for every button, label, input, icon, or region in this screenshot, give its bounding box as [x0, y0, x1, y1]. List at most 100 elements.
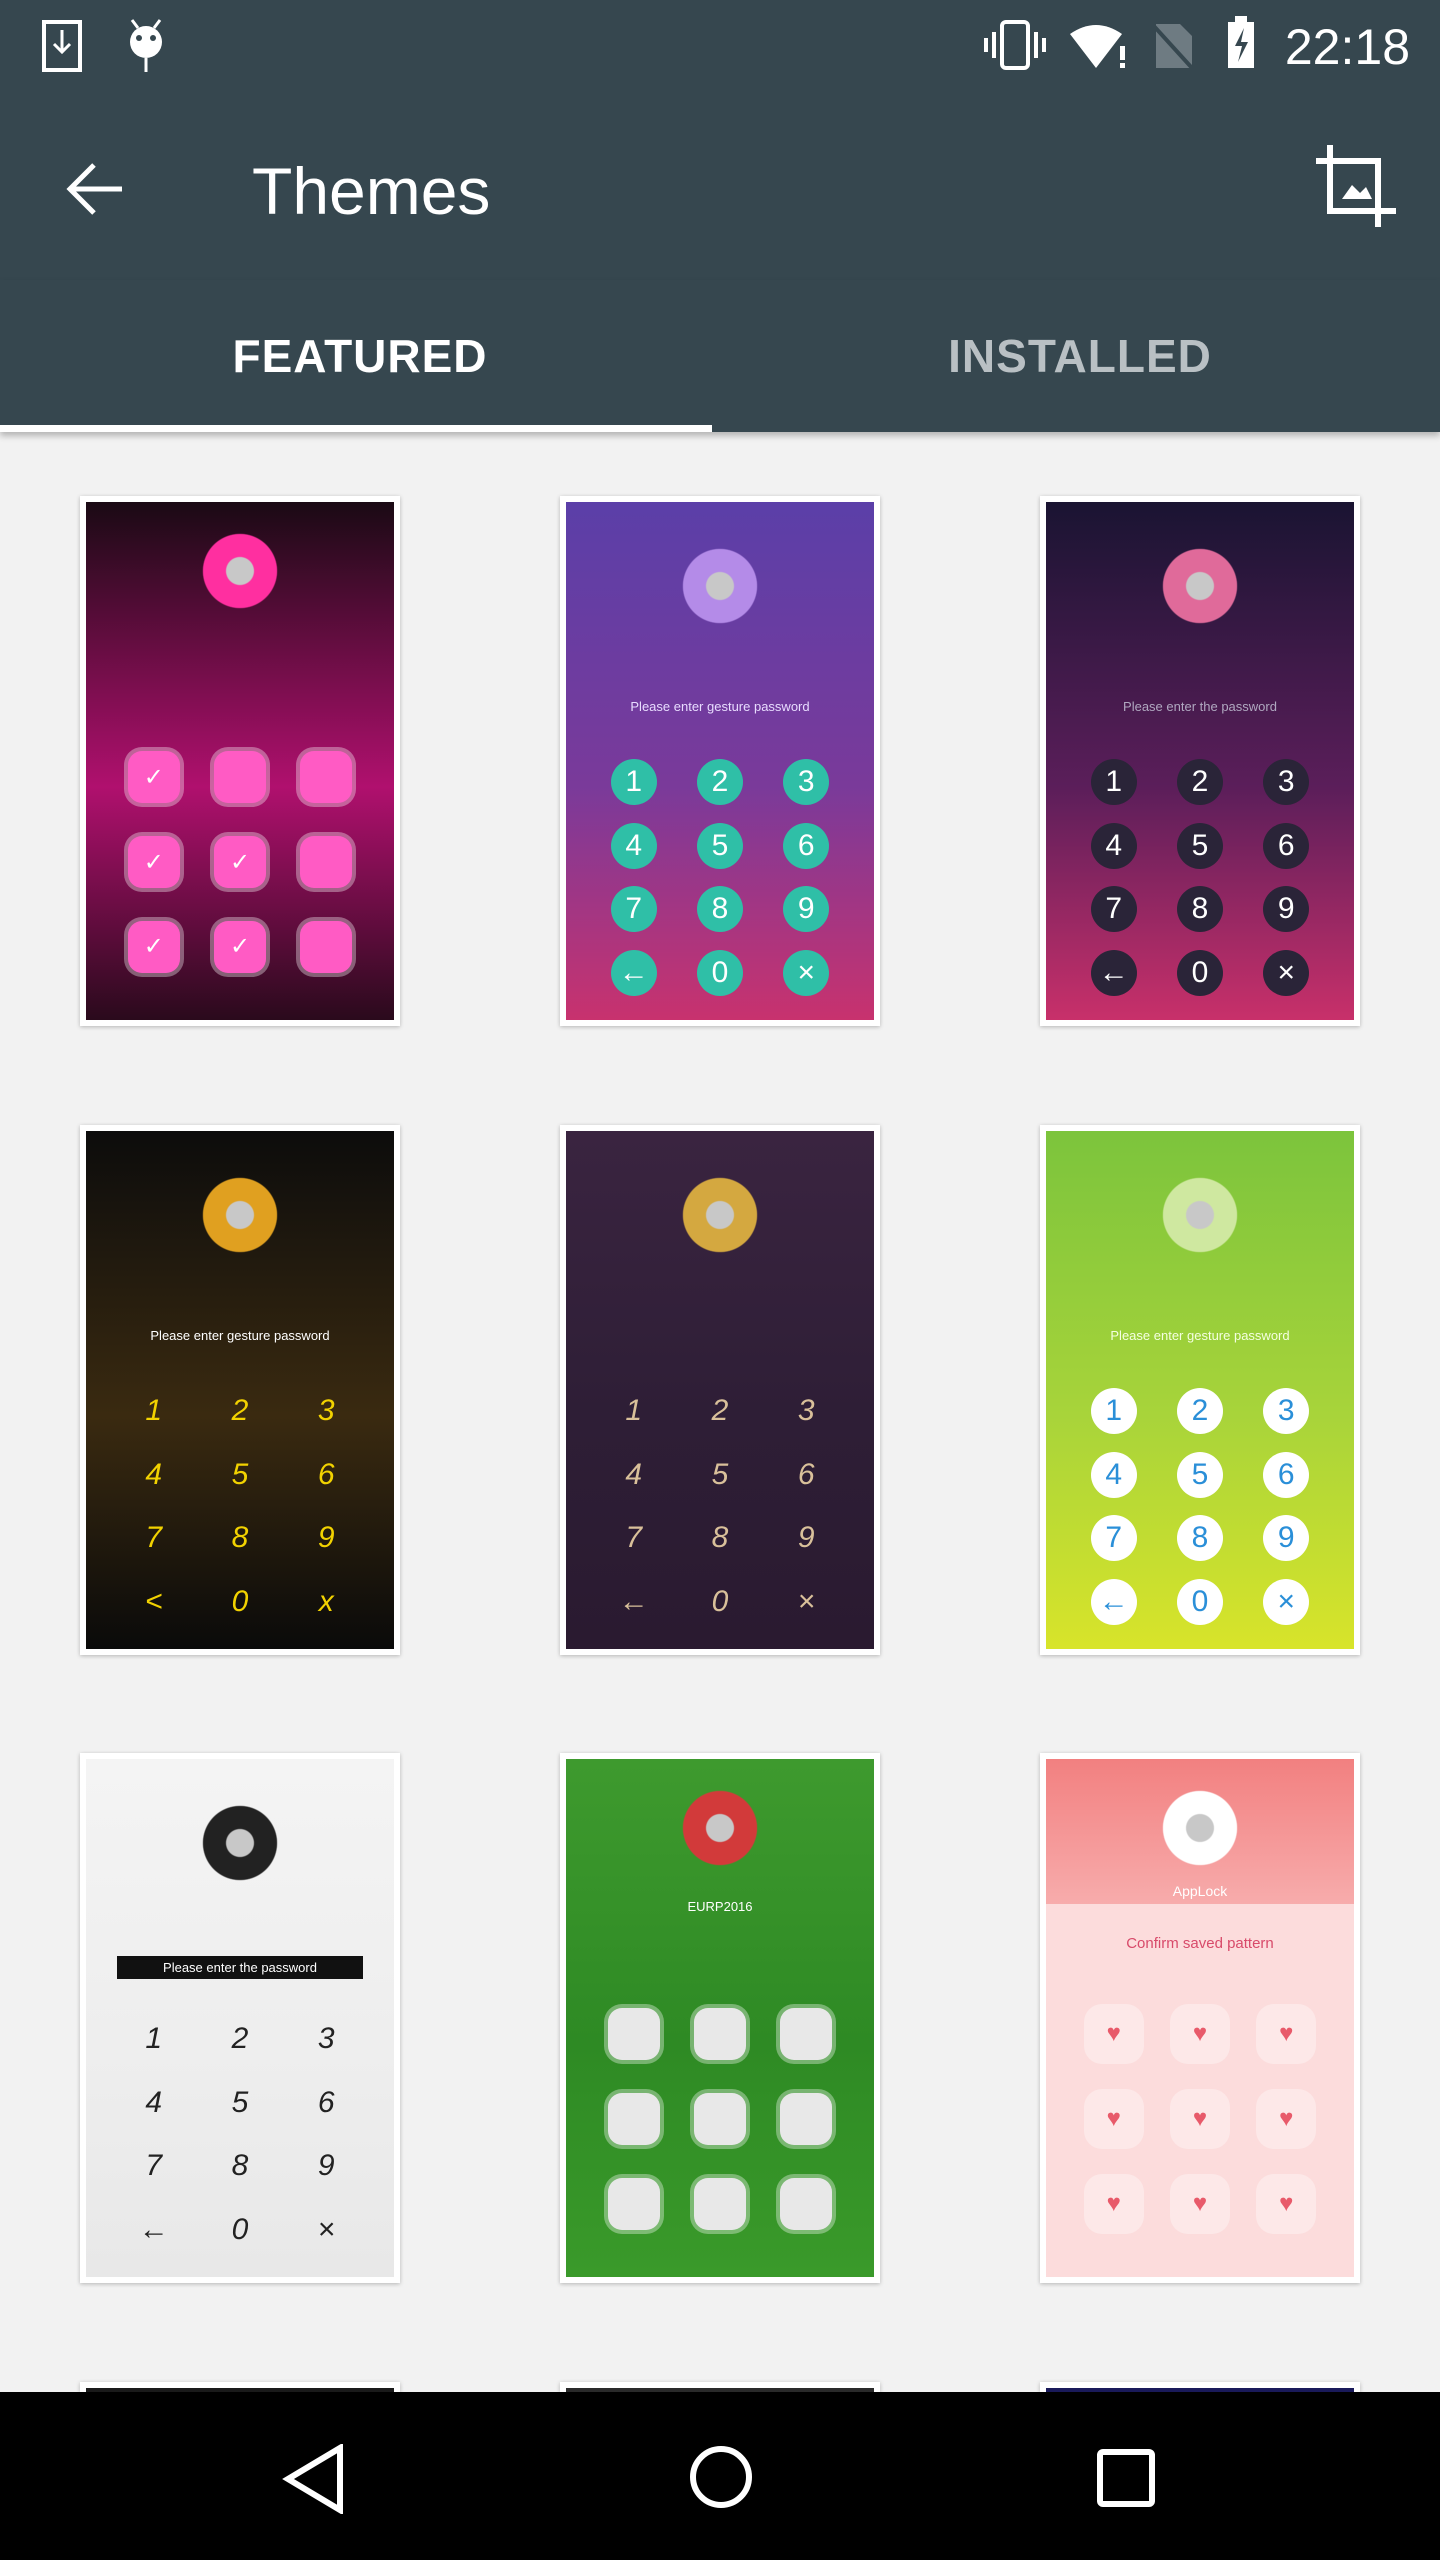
tab-installed[interactable]: INSTALLED	[720, 280, 1440, 432]
theme-thumbnail[interactable]: EURP2016	[560, 1753, 880, 2283]
theme-key: ✓	[127, 751, 180, 804]
theme-key: ←	[1090, 1578, 1137, 1625]
theme-key: 9	[317, 2149, 335, 2183]
no-sim-icon	[1150, 22, 1194, 70]
theme-preview-image: Please enter the password 1 2 3 4 5 6 7 8 9 ← 0 ×	[1046, 502, 1354, 1020]
tab-featured[interactable]: FEATURED	[0, 280, 720, 432]
theme-lock-logo	[677, 1784, 763, 1871]
theme-key: 2	[231, 2022, 249, 2056]
theme-key: ✓	[214, 920, 266, 973]
vibrate-icon	[984, 20, 1046, 70]
theme-lock-logo	[1157, 1172, 1243, 1259]
theme-prompt-text: Please enter the password	[116, 1955, 364, 1979]
theme-keypad: 1 2 3 4 5 6 7 8 9 ← 0 ×	[1071, 1380, 1330, 1634]
theme-key: 8	[231, 1521, 249, 1555]
theme-key: 6	[1263, 822, 1310, 869]
theme-preview-image: Please enter the password 1 2 3 4 5 6 7 8 9 ← 0 ×	[86, 1759, 394, 2277]
theme-preview-image: Please enter gesture password 1 2 3 4 5 6 7 8 9 <0…	[86, 1131, 394, 1649]
theme-lock-logo	[677, 543, 763, 630]
theme-key: ×	[317, 2212, 336, 2246]
square-recents-icon[interactable]	[1096, 2448, 1156, 2508]
triangle-back-icon[interactable]	[282, 2444, 346, 2514]
theme-key: 6	[317, 2085, 335, 2119]
theme-key: ←	[618, 1584, 649, 1618]
theme-thumbnail[interactable]: AppLock Confirm saved pattern ♥ ♥ ♥ ♥ ♥ ♥ ♥ ♥ ♥	[1040, 1753, 1360, 2283]
theme-key: 7	[625, 1521, 643, 1555]
theme-key: 6	[1263, 1451, 1310, 1498]
theme-prompt-text: Please enter gesture password	[1110, 1327, 1290, 1343]
theme-key: ♥	[1174, 2008, 1226, 2061]
theme-key: ♥	[1087, 2008, 1140, 2061]
theme-key: ×	[1263, 949, 1310, 996]
theme-key	[780, 2177, 833, 2230]
theme-key	[214, 751, 266, 804]
arrow-left-icon[interactable]	[64, 157, 128, 221]
theme-key: 9	[1263, 886, 1310, 933]
theme-keypad: 1 2 3 4 5 6 7 8 9 ← 0 ×	[591, 751, 850, 1005]
theme-key: <	[144, 1584, 163, 1618]
theme-key	[300, 836, 353, 888]
theme-key	[780, 2008, 833, 2061]
theme-key: ←	[1090, 949, 1137, 996]
tab-bar: FEATURED INSTALLED	[0, 280, 1440, 432]
theme-key: 4	[145, 2085, 163, 2119]
theme-keypad: 1 2 3 4 5 6 7 8 9 ← 0 ×	[591, 1380, 850, 1634]
theme-thumbnail[interactable]	[80, 2382, 400, 2392]
theme-key: 1	[1090, 759, 1137, 806]
theme-key: 5	[711, 1457, 729, 1491]
theme-key: 0	[231, 1584, 249, 1618]
theme-key	[607, 2177, 660, 2230]
theme-key: 6	[797, 1457, 815, 1491]
theme-key	[300, 920, 353, 973]
theme-prompt-text: EURP2016	[687, 1898, 753, 1914]
theme-key: 4	[1090, 822, 1137, 869]
theme-key: 0	[697, 949, 743, 996]
status-time: 22:18	[1284, 19, 1410, 75]
theme-key: 0	[711, 1584, 729, 1618]
tab-indicator	[0, 425, 712, 432]
theme-lock-logo	[197, 1172, 283, 1259]
theme-prompt-text: Please enter gesture password	[630, 698, 810, 714]
theme-preview-image: 1 2 3 4 5 6 7 8 9 ← 0 ×	[566, 1131, 874, 1649]
theme-key: 0	[231, 2212, 249, 2246]
theme-key: 3	[783, 759, 830, 806]
theme-thumbnail[interactable]: ✓ ✓ ✓ ✓ ✓	[80, 496, 400, 1026]
theme-key: 3	[1263, 759, 1310, 806]
theme-key: ♥	[1260, 2008, 1313, 2061]
crop-icon[interactable]	[1312, 143, 1402, 233]
theme-key: 5	[231, 2085, 249, 2119]
theme-lock-logo	[677, 1172, 763, 1259]
theme-preview-image: ✓ ✓ ✓ ✓ ✓	[86, 502, 394, 1020]
theme-key	[607, 2093, 660, 2145]
theme-key: 1	[610, 759, 657, 806]
battery-charging-icon	[1228, 16, 1254, 68]
theme-thumbnail[interactable]: 1 2 3 4 5 6 7 8 9 ← 0 ×	[560, 1125, 880, 1655]
theme-thumbnail[interactable]: Please enter the password 1 2 3 4 5 6 7 8 9 ← 0 ×	[1040, 496, 1360, 1026]
theme-thumbnail[interactable]: Please enter gesture password 1 2 3 4 5 6 7 8 9 <0…	[80, 1125, 400, 1655]
theme-thumbnail[interactable]	[560, 2382, 880, 2392]
theme-key: 7	[1090, 886, 1137, 933]
circle-home-icon[interactable]	[688, 2444, 754, 2510]
theme-key: 1	[145, 2022, 163, 2056]
theme-key: 8	[1177, 886, 1223, 933]
theme-thumbnail[interactable]: Please enter gesture password 1 2 3 4 5 6 7 8 9 ← 0…	[1040, 1125, 1360, 1655]
theme-key: 7	[610, 886, 657, 933]
theme-key: 9	[1263, 1515, 1310, 1562]
toolbar: Themes	[0, 115, 1440, 280]
navigation-bar	[0, 2392, 1440, 2560]
theme-key: x	[318, 1584, 334, 1618]
theme-key: 4	[610, 822, 657, 869]
theme-preview-image: Please enter gesture password 1 2 3 4 5 6 7 8 9 ← 0…	[566, 502, 874, 1020]
theme-thumbnail[interactable]: Please enter gesture password 1 2 3 4 5 6 7 8 9 ← 0…	[560, 496, 880, 1026]
theme-key: 7	[145, 2149, 163, 2183]
theme-key: 8	[697, 886, 743, 933]
theme-key: 7	[145, 1521, 163, 1555]
theme-thumbnail[interactable]	[1040, 2382, 1360, 2392]
theme-key: 5	[231, 1457, 249, 1491]
theme-keypad	[591, 1992, 850, 2246]
theme-thumbnail[interactable]: Please enter the password 1 2 3 4 5 6 7 8 9 ← 0 ×	[80, 1753, 400, 2283]
theme-prompt-text: Please enter gesture password	[150, 1327, 330, 1343]
theme-key: 4	[145, 1457, 163, 1491]
theme-key: 9	[797, 1521, 815, 1555]
theme-key: 0	[1177, 1578, 1223, 1625]
